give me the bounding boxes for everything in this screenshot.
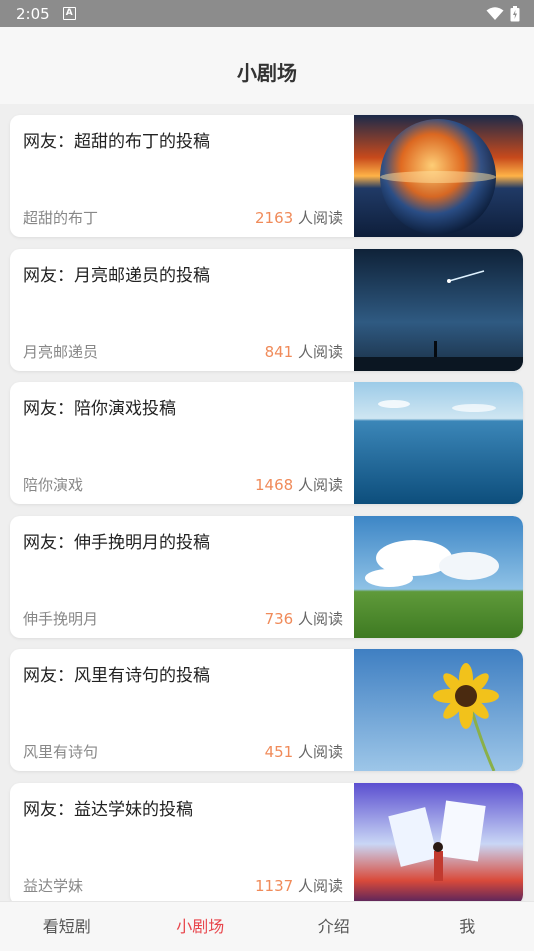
read-count: 2163 人阅读	[255, 207, 343, 228]
post-author: 超甜的布丁	[23, 207, 98, 228]
tab-watch-short-drama[interactable]: 看短剧	[0, 902, 134, 951]
read-suffix: 人阅读	[298, 209, 343, 227]
read-count-number: 841	[265, 343, 294, 361]
post-card[interactable]: 网友：益达学妹的投稿 益达学妹 1137 人阅读	[10, 783, 523, 905]
post-card[interactable]: 网友：伸手挽明月的投稿 伸手挽明月 736 人阅读	[10, 516, 523, 638]
post-author: 益达学妹	[23, 875, 83, 896]
app-notification-icon: A	[63, 7, 76, 20]
read-count: 736 人阅读	[265, 608, 343, 629]
post-card[interactable]: 网友：风里有诗句的投稿 风里有诗句 451 人阅读	[10, 649, 523, 771]
post-title: 网友：陪你演戏投稿	[23, 394, 176, 419]
read-count: 1468 人阅读	[255, 474, 343, 495]
read-suffix: 人阅读	[298, 610, 343, 628]
read-count: 451 人阅读	[265, 741, 343, 762]
header: 小剧场	[0, 27, 534, 104]
wifi-icon	[486, 7, 504, 21]
tab-introduction[interactable]: 介绍	[267, 902, 401, 951]
bottom-tab-bar: 看短剧 小剧场 介绍 我	[0, 901, 534, 951]
post-card[interactable]: 网友：月亮邮递员的投稿 月亮邮递员 841 人阅读	[10, 249, 523, 371]
post-title: 网友：超甜的布丁的投稿	[23, 127, 210, 152]
read-count-number: 1468	[255, 476, 293, 494]
post-title: 网友：月亮邮递员的投稿	[23, 261, 210, 286]
post-author: 陪你演戏	[23, 474, 83, 495]
post-thumbnail	[354, 783, 523, 905]
read-count-number: 451	[265, 743, 294, 761]
read-count-number: 736	[265, 610, 294, 628]
post-thumbnail	[354, 249, 523, 371]
post-author: 月亮邮递员	[23, 341, 98, 362]
post-title: 网友：益达学妹的投稿	[23, 795, 193, 820]
post-thumbnail	[354, 516, 523, 638]
post-thumbnail	[354, 382, 523, 504]
post-title: 网友：风里有诗句的投稿	[23, 661, 210, 686]
battery-icon	[510, 6, 520, 22]
read-count-number: 2163	[255, 209, 293, 227]
post-list: 网友：超甜的布丁的投稿 超甜的布丁 2163 人阅读	[10, 115, 523, 916]
status-time: 2:05	[16, 5, 50, 23]
status-icons	[486, 6, 520, 22]
read-count: 1137 人阅读	[255, 875, 343, 896]
read-count-number: 1137	[255, 877, 293, 895]
post-author: 伸手挽明月	[23, 608, 98, 629]
page-title: 小剧场	[237, 57, 297, 86]
read-suffix: 人阅读	[298, 743, 343, 761]
post-title: 网友：伸手挽明月的投稿	[23, 528, 210, 553]
status-bar: 2:05 A	[0, 0, 534, 27]
post-card[interactable]: 网友：超甜的布丁的投稿 超甜的布丁 2163 人阅读	[10, 115, 523, 237]
read-suffix: 人阅读	[298, 476, 343, 494]
post-author: 风里有诗句	[23, 741, 98, 762]
read-suffix: 人阅读	[298, 877, 343, 895]
tab-small-theater[interactable]: 小剧场	[134, 902, 268, 951]
post-card[interactable]: 网友：陪你演戏投稿 陪你演戏 1468 人阅读	[10, 382, 523, 504]
post-thumbnail	[354, 649, 523, 771]
post-thumbnail	[354, 115, 523, 237]
tab-me[interactable]: 我	[401, 902, 534, 951]
read-count: 841 人阅读	[265, 341, 343, 362]
read-suffix: 人阅读	[298, 343, 343, 361]
